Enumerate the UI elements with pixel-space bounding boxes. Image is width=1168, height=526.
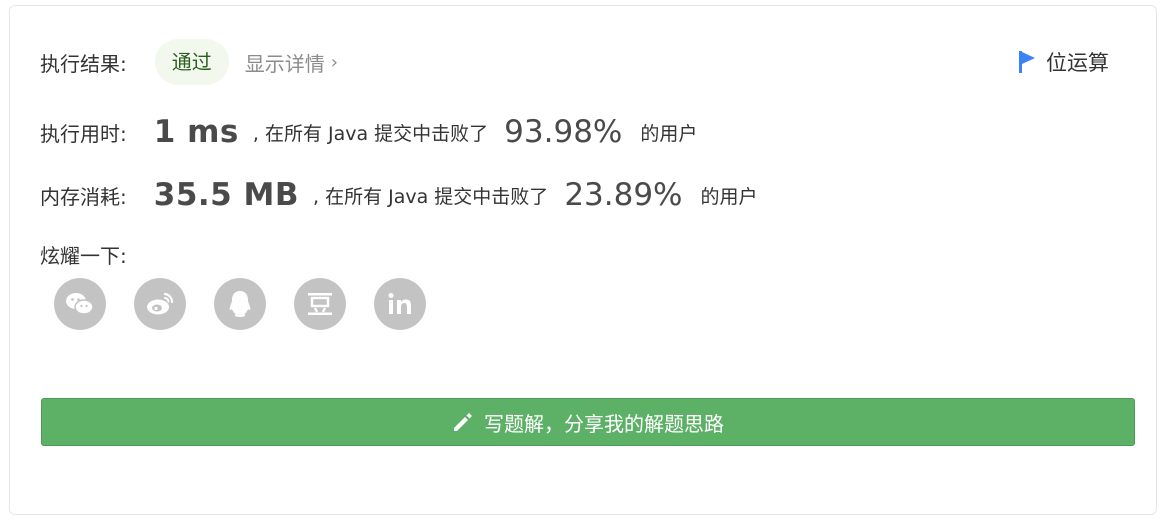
runtime-value: 1 ms: [153, 114, 239, 150]
memory-suffix: 的用户: [700, 185, 758, 208]
linkedin-icon[interactable]: [374, 278, 426, 330]
write-solution-button[interactable]: 写题解，分享我的解题思路: [41, 398, 1135, 446]
show-details-link[interactable]: 显示详情 ›: [245, 48, 338, 77]
runtime-percent: 93.98%: [504, 114, 623, 150]
memory-value: 35.5 MB: [153, 177, 300, 213]
memory-percent: 23.89%: [564, 177, 683, 213]
chevron-right-icon: ›: [330, 51, 338, 73]
result-card: 执行结果: 通过 显示详情 › 位运算 执行用时: 1 ms , 在所有 Jav…: [9, 5, 1157, 515]
show-details-label: 显示详情: [244, 51, 325, 76]
topic-tag-label: 位运算: [1046, 51, 1109, 75]
wechat-icon[interactable]: [54, 278, 106, 330]
share-icons: [54, 278, 454, 330]
memory-compare-text: , 在所有 Java 提交中击败了: [313, 185, 549, 208]
weibo-icon[interactable]: [134, 278, 186, 330]
runtime-compare-text: , 在所有 Java 提交中击败了: [252, 122, 489, 145]
status-badge: 通过: [154, 39, 229, 85]
write-solution-label: 写题解，分享我的解题思路: [484, 411, 724, 436]
runtime-label: 执行用时:: [40, 121, 127, 146]
topic-tag[interactable]: 位运算: [1018, 46, 1109, 78]
qq-icon[interactable]: [214, 278, 266, 330]
memory-row: 内存消耗: 35.5 MB , 在所有 Java 提交中击败了 23.89% 的…: [40, 171, 758, 219]
result-row: 执行结果: 通过 显示详情 ›: [40, 38, 338, 86]
share-label: 炫耀一下:: [40, 243, 127, 268]
douban-icon[interactable]: [294, 278, 346, 330]
runtime-row: 执行用时: 1 ms , 在所有 Java 提交中击败了 93.98% 的用户: [40, 108, 697, 156]
runtime-suffix: 的用户: [640, 122, 698, 145]
flag-icon: [1019, 51, 1035, 73]
memory-label: 内存消耗:: [40, 184, 127, 209]
result-label: 执行结果:: [40, 51, 127, 76]
pencil-icon: [454, 413, 472, 431]
